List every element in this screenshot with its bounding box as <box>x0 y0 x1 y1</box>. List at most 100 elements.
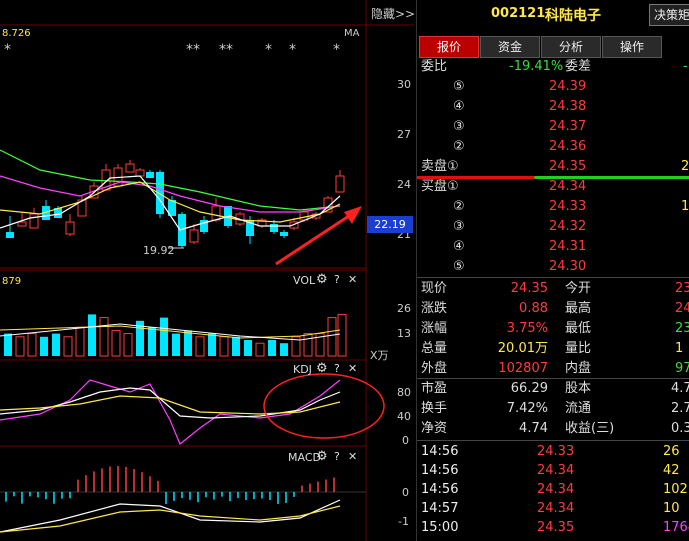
stat-value: 24.35 <box>511 279 548 299</box>
stat2-label: 收益(三) <box>565 419 614 439</box>
volume-bar-down <box>172 334 180 356</box>
sell-level-price: 24.36 <box>549 137 586 157</box>
volume-ma-white <box>0 324 340 340</box>
stat-value: 97 <box>675 359 689 379</box>
stat2-value: 7.42% <box>507 399 548 419</box>
stat2-label: 换手 <box>421 399 447 419</box>
sell-level-label: 卖盘① <box>421 157 459 177</box>
kdj-gear-icon[interactable]: ⚙ <box>316 361 328 376</box>
volume-bar-up <box>28 334 36 356</box>
stat-row: 涨幅 3.75% 最低 23 <box>417 319 689 339</box>
volume-bar-up <box>16 337 24 356</box>
macd-close-icon[interactable]: ✕ <box>348 450 357 463</box>
stat2-label: 净资 <box>421 419 447 439</box>
volume-bar-up <box>76 327 84 356</box>
price-axis-27: 27 <box>397 128 411 141</box>
candle-up <box>190 230 198 242</box>
tick-time: 14:56 <box>421 442 458 462</box>
tick-volume: 42 <box>663 461 680 481</box>
stat-label: 最高 <box>565 299 591 319</box>
macd-help-icon[interactable]: ? <box>334 450 340 463</box>
sell-level-price: 24.38 <box>549 97 586 117</box>
sell-level-volume: 2 <box>681 157 689 177</box>
buy-level-row: ③ 24.32 <box>417 217 689 237</box>
stat2-label: 市盈 <box>421 379 447 399</box>
tick-volume: 26 <box>663 442 680 462</box>
tick-volume: 10 <box>663 499 680 519</box>
kdj-line-k <box>0 388 340 418</box>
tick-row: 14:56 24.33 26 <box>417 442 689 462</box>
tick-price: 24.35 <box>537 518 574 538</box>
volume-bar-up <box>256 343 264 356</box>
vol-close-icon[interactable]: ✕ <box>348 273 357 286</box>
buy-level-price: 24.34 <box>549 177 586 197</box>
volume-bar-up <box>112 330 120 356</box>
weibi-value: -19.41% <box>509 57 563 77</box>
tick-time: 14:57 <box>421 499 458 519</box>
vol-unit: X万 <box>370 347 389 363</box>
macd-gear-icon[interactable]: ⚙ <box>316 449 328 464</box>
kdj-axis-40: 40 <box>397 410 411 423</box>
volume-bar-down <box>184 330 192 356</box>
buy-level-row: ④ 24.31 <box>417 237 689 257</box>
volume-bar-down <box>160 318 168 356</box>
buy-level-volume: 1 <box>681 197 689 217</box>
orderbook-bottom-line <box>417 277 689 278</box>
volume-bar-up <box>64 337 72 356</box>
decision-button[interactable]: 决策矩 <box>649 4 689 26</box>
tick-volume: 1764 <box>663 518 689 538</box>
stat2-row: 净资 4.74 收益(三) 0.3 <box>417 419 689 439</box>
candle-down <box>146 172 154 178</box>
volume-bar-up <box>100 318 108 356</box>
kdj-help-icon[interactable]: ? <box>334 362 340 375</box>
tab-analysis[interactable]: 分析 <box>541 36 601 58</box>
vol-help-icon[interactable]: ? <box>334 273 340 286</box>
volume-bar-down <box>52 334 60 356</box>
vol-left-value: 879 <box>2 276 21 287</box>
kline-chart-panel[interactable]: 8.726 MA * ** ** * * * 30 27 24 21 22.19… <box>0 0 414 541</box>
macd-axis-neg1: -1 <box>398 515 409 528</box>
tick-time: 14:56 <box>421 461 458 481</box>
tick-price: 24.34 <box>537 480 574 500</box>
annotation-arrow-shaft <box>276 214 352 264</box>
volume-bar-down <box>232 337 240 356</box>
stat-value: 23 <box>675 279 689 299</box>
sell-level-row: ④ 24.38 <box>417 97 689 117</box>
chart-top-value: 8.726 <box>2 28 31 39</box>
stat-label: 现价 <box>421 279 447 299</box>
stat-label: 涨跌 <box>421 299 447 319</box>
annotation-arrow-head <box>344 206 362 224</box>
tab-operate[interactable]: 操作 <box>602 36 662 58</box>
sell-level-label: ⑤ <box>453 77 465 97</box>
stat2-value: 66.29 <box>511 379 548 399</box>
vol-gear-icon[interactable]: ⚙ <box>316 272 328 287</box>
vol-axis-13: 13 <box>397 327 411 340</box>
price-axis-24: 24 <box>397 178 411 191</box>
stat-row: 外盘 102807 内盘 97 <box>417 359 689 379</box>
kdj-axis-80: 80 <box>397 386 411 399</box>
kdj-label: KDJ <box>293 363 312 376</box>
quote-panel: 隐藏>> 002121 科陆电子 决策矩 报价 资金 分析 操作 委比 -19.… <box>416 0 689 541</box>
tick-row: 14:56 24.34 102 <box>417 480 689 500</box>
stat2-value: 4.74 <box>519 419 548 439</box>
candle-up <box>18 222 26 226</box>
vol-label: VOL <box>293 274 315 287</box>
hide-button[interactable]: 隐藏>> <box>371 5 415 22</box>
stat2-row: 市盈 66.29 股本 4.7 <box>417 379 689 399</box>
stat-label: 外盘 <box>421 359 447 379</box>
star-6: * <box>333 42 340 58</box>
volume-bar-down <box>40 337 48 356</box>
candle-up <box>212 206 220 220</box>
tab-quote[interactable]: 报价 <box>419 36 479 58</box>
tab-fund[interactable]: 资金 <box>480 36 540 58</box>
buy-level-label: ② <box>453 197 465 217</box>
sell-level-price: 24.35 <box>549 157 586 177</box>
star-2: ** <box>186 42 200 58</box>
kdj-close-icon[interactable]: ✕ <box>348 362 357 375</box>
tick-row: 15:00 24.35 1764 <box>417 518 689 538</box>
volume-bar-down <box>208 334 216 356</box>
low-marker: 19.92 <box>143 244 175 257</box>
stock-name: 科陆电子 <box>545 5 601 25</box>
stat2-label: 股本 <box>565 379 591 399</box>
buy-level-price: 24.31 <box>549 237 586 257</box>
